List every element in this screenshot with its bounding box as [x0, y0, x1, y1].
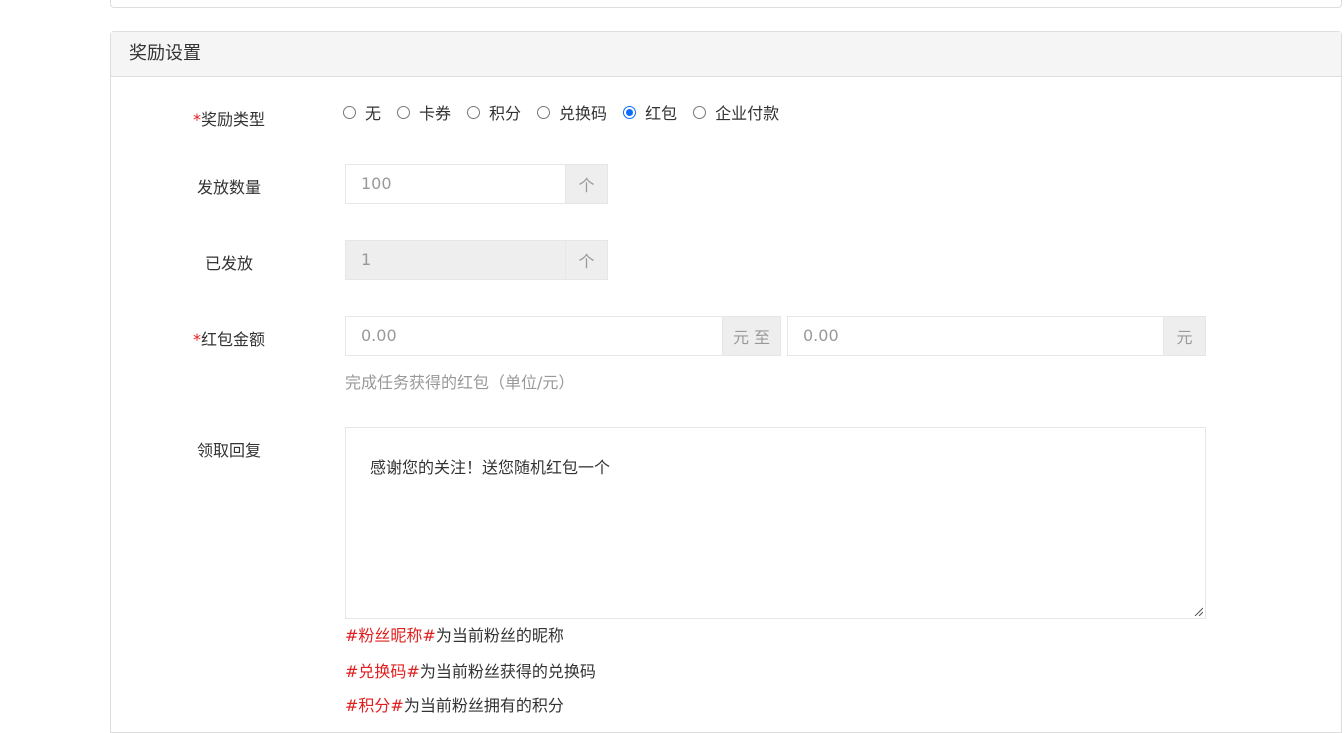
reward-settings-panel: 奖励设置 *奖励类型 无 卡券 积分 兑换码 红包 企业付款 发放数量 100 …	[110, 31, 1342, 733]
radio-red-packet-circle[interactable]	[623, 105, 637, 119]
red-packet-max-input[interactable]: 0.00	[787, 316, 1164, 356]
issue-count-unit: 个	[566, 164, 608, 204]
radio-coupon-label: 卡券	[419, 104, 452, 123]
radio-none[interactable]: 无	[343, 100, 381, 124]
panel-title: 奖励设置	[111, 32, 1341, 77]
radio-redeem-code-label: 兑换码	[559, 104, 608, 123]
reply-label: 领取回复	[196, 441, 261, 460]
red-packet-amount-label-text: 红包金额	[200, 330, 265, 349]
reward-type-row: *奖励类型 无 卡券 积分 兑换码 红包 企业付款	[111, 100, 1341, 129]
reply-textarea[interactable]: 感谢您的关注！送您随机红包一个	[345, 427, 1206, 619]
radio-redeem-code[interactable]: 兑换码	[537, 100, 607, 124]
issued-input: 1	[345, 240, 566, 280]
issue-count-input-group: 100 个	[345, 164, 608, 204]
required-mark: *	[192, 110, 201, 129]
radio-points[interactable]: 积分	[467, 100, 521, 124]
red-packet-amount-help: 完成任务获得的红包（单位/元）	[345, 373, 575, 392]
tip-redeem-code: #兑换码#为当前粉丝获得的兑换码	[345, 658, 596, 682]
radio-coupon-circle[interactable]	[397, 105, 411, 119]
radio-points-circle[interactable]	[467, 105, 481, 119]
tip-desc: 为当前粉丝获得的兑换码	[419, 662, 596, 681]
issued-unit: 个	[566, 240, 608, 280]
tip-tag: #兑换码#	[345, 662, 420, 681]
previous-panel	[110, 0, 1342, 8]
red-packet-amount-row: *红包金额 0.00 元 至 0.00 元 完成任务获得的红包（单位/元）	[111, 316, 1341, 396]
reward-type-radio-group: 无 卡券 积分 兑换码 红包 企业付款	[343, 100, 795, 124]
reward-type-label: *奖励类型	[111, 106, 347, 130]
red-packet-max-group: 0.00 元	[787, 316, 1206, 356]
red-packet-max-unit: 元	[1164, 316, 1206, 356]
radio-enterprise-payment-circle[interactable]	[693, 105, 707, 119]
tip-tag: #粉丝昵称#	[345, 626, 436, 645]
radio-red-packet[interactable]: 红包	[623, 100, 677, 124]
radio-redeem-code-circle[interactable]	[537, 105, 551, 119]
required-mark: *	[192, 330, 201, 349]
radio-coupon[interactable]: 卡券	[397, 100, 451, 124]
issue-count-input[interactable]: 100	[345, 164, 566, 204]
issued-row: 已发放 1 个	[111, 240, 1341, 280]
tip-points: #积分#为当前粉丝拥有的积分	[345, 692, 564, 716]
radio-none-label: 无	[365, 104, 382, 123]
radio-points-label: 积分	[489, 104, 522, 123]
reply-row: 领取回复 感谢您的关注！送您随机红包一个	[111, 427, 1341, 627]
radio-enterprise-payment[interactable]: 企业付款	[693, 100, 779, 124]
radio-enterprise-payment-label: 企业付款	[715, 104, 780, 123]
issue-count-row: 发放数量 100 个	[111, 164, 1341, 204]
tip-fan-nickname: #粉丝昵称#为当前粉丝的昵称	[345, 622, 564, 646]
radio-none-circle[interactable]	[343, 105, 356, 119]
tip-tag: #积分#	[345, 696, 404, 715]
issued-label: 已发放	[204, 254, 253, 273]
reward-type-label-text: 奖励类型	[200, 110, 265, 129]
reply-textarea-text: 感谢您的关注！送您随机红包一个	[370, 458, 611, 477]
red-packet-min-unit: 元 至	[723, 316, 781, 356]
tip-desc: 为当前粉丝的昵称	[435, 626, 564, 645]
tip-desc: 为当前粉丝拥有的积分	[403, 696, 564, 715]
issued-input-group: 1 个	[345, 240, 608, 280]
issue-count-label: 发放数量	[196, 178, 261, 197]
red-packet-min-input[interactable]: 0.00	[345, 316, 723, 356]
red-packet-min-group: 0.00 元 至	[345, 316, 781, 356]
radio-red-packet-label: 红包	[645, 104, 678, 123]
red-packet-amount-label: *红包金额	[111, 326, 347, 350]
resize-grip-icon[interactable]	[1193, 606, 1203, 616]
